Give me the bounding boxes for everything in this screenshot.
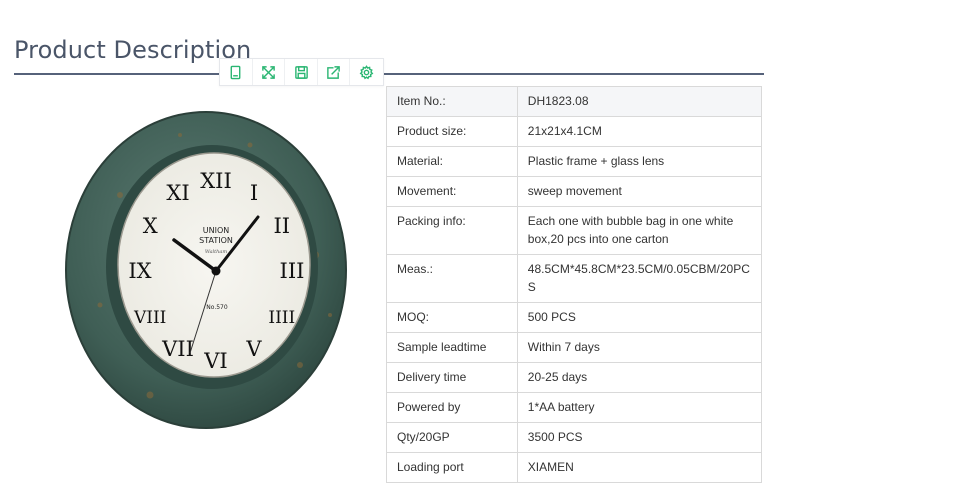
save-button[interactable] xyxy=(285,59,318,85)
share-icon xyxy=(327,65,340,79)
spec-label: Movement: xyxy=(386,176,518,207)
clock-numeral: X xyxy=(143,214,158,238)
clock-brand-script: Waltham xyxy=(205,249,227,255)
spec-row: Meas.: 48.5CM*45.8CM*23.5CM/0.05CBM/20PCS xyxy=(386,254,763,303)
save-icon xyxy=(294,65,308,79)
clock-numeral: IX xyxy=(128,259,151,283)
spec-table: Item No.: DH1823.08 Product size: 21x21x4.1… xyxy=(386,86,763,483)
clock-numeral: II xyxy=(274,214,291,238)
spec-label: Item No.: xyxy=(386,86,518,117)
settings-button[interactable] xyxy=(350,59,383,85)
spec-value: Each one with bubble bag in one white bo… xyxy=(516,206,763,255)
spec-row: Qty/20GP 3500 PCS xyxy=(386,422,763,453)
clock-numeral: V xyxy=(245,337,262,361)
spec-value: Plastic frame + glass lens xyxy=(516,146,763,177)
spec-row: Powered by 1*AA battery xyxy=(386,392,763,423)
spec-label: Packing info: xyxy=(386,206,518,255)
image-toolbar xyxy=(219,58,384,86)
spec-row: Product size: 21x21x4.1CM xyxy=(386,116,763,147)
spec-label: Qty/20GP xyxy=(386,422,518,453)
spec-value: 20-25 days xyxy=(516,362,763,393)
spec-value: 48.5CM*45.8CM*23.5CM/0.05CBM/20PCS xyxy=(516,254,763,303)
clock-model-number: No.570 xyxy=(206,304,228,311)
spec-row: Loading port XIAMEN xyxy=(386,452,763,483)
clock-numeral: IIII xyxy=(268,308,295,328)
spec-label: Sample leadtime xyxy=(386,332,518,363)
spec-row: Item No.: DH1823.08 xyxy=(386,86,763,117)
spec-row: Sample leadtime Within 7 days xyxy=(386,332,763,363)
clock-brand-line2: STATION xyxy=(199,236,233,245)
spec-value: DH1823.08 xyxy=(516,86,763,117)
clock-brand-line1: UNION xyxy=(203,226,229,235)
title-divider xyxy=(14,73,764,75)
spec-value: 1*AA battery xyxy=(516,392,763,423)
clock-numeral: VI xyxy=(203,349,227,373)
spec-label: Material: xyxy=(386,146,518,177)
clock-numeral: I xyxy=(250,181,258,205)
spec-value: sweep movement xyxy=(516,176,763,207)
spec-label: Loading port xyxy=(386,452,518,483)
share-button[interactable] xyxy=(318,59,351,85)
clock-numeral: VIII xyxy=(133,308,166,328)
spec-value: 3500 PCS xyxy=(516,422,763,453)
spec-label: MOQ: xyxy=(386,302,518,333)
spec-row: MOQ: 500 PCS xyxy=(386,302,763,333)
spec-label: Product size: xyxy=(386,116,518,147)
spec-value: 500 PCS xyxy=(516,302,763,333)
clock-numeral: XII xyxy=(200,169,232,193)
spec-value: XIAMEN xyxy=(516,452,763,483)
spec-label: Delivery time xyxy=(386,362,518,393)
spec-value: Within 7 days xyxy=(516,332,763,363)
page-title: Product Description xyxy=(14,36,252,64)
product-clock-image: XIIIIIIIIIIIIVVIVIIVIIIIXXXI UNION STATI… xyxy=(65,111,347,429)
clock-numeral: III xyxy=(280,259,305,283)
spec-value: 21x21x4.1CM xyxy=(516,116,763,147)
clock-numeral: VII xyxy=(161,337,194,361)
settings-icon xyxy=(359,64,374,79)
spec-label: Powered by xyxy=(386,392,518,423)
spec-row: Packing info: Each one with bubble bag in… xyxy=(386,206,763,255)
copy-button[interactable] xyxy=(220,59,253,85)
copy-icon xyxy=(230,65,241,79)
spec-label: Meas.: xyxy=(386,254,518,303)
spec-row: Movement: sweep movement xyxy=(386,176,763,207)
clock-numeral: XI xyxy=(166,181,189,205)
fullscreen-button[interactable] xyxy=(253,59,286,85)
spec-row: Delivery time 20-25 days xyxy=(386,362,763,393)
fullscreen-icon xyxy=(262,65,275,79)
spec-row: Material: Plastic frame + glass lens xyxy=(386,146,763,177)
